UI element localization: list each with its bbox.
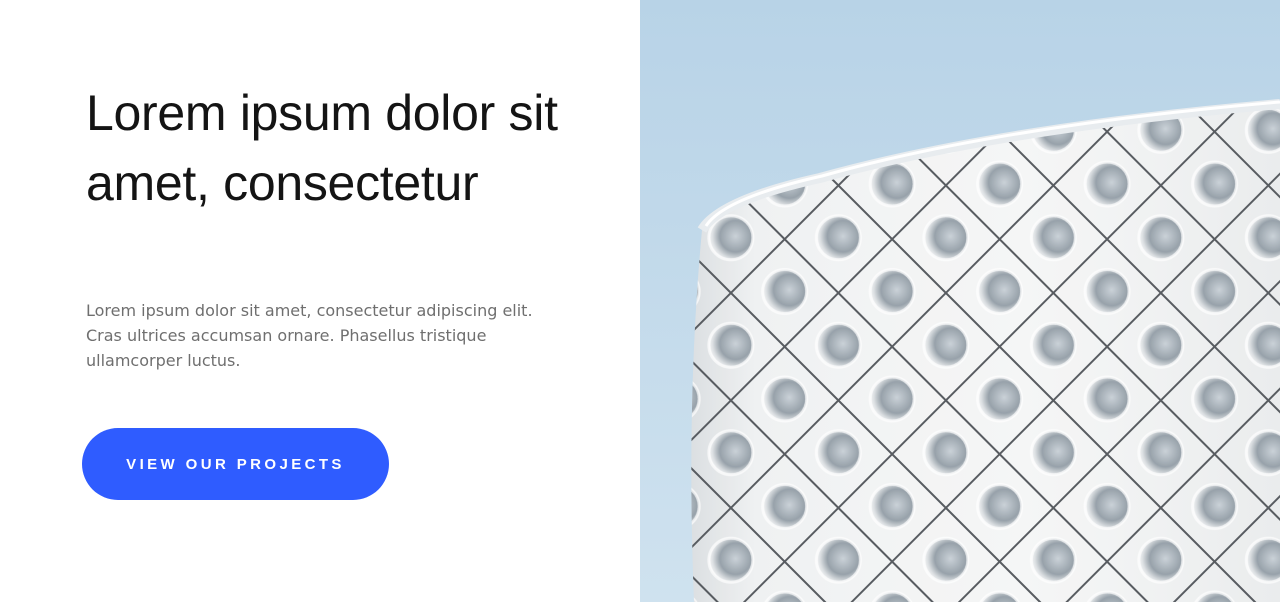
building-facade-photo <box>640 0 1280 602</box>
hero-image <box>640 0 1280 602</box>
hero-section: Lorem ipsum dolor sit amet, consectetur … <box>0 0 1280 602</box>
hero-headline: Lorem ipsum dolor sit amet, consectetur <box>86 85 558 211</box>
hero-content: Lorem ipsum dolor sit amet, consectetur … <box>0 0 640 602</box>
hero-description: Lorem ipsum dolor sit amet, consectetur … <box>86 301 533 370</box>
view-projects-button[interactable]: VIEW OUR PROJECTS <box>82 428 389 500</box>
